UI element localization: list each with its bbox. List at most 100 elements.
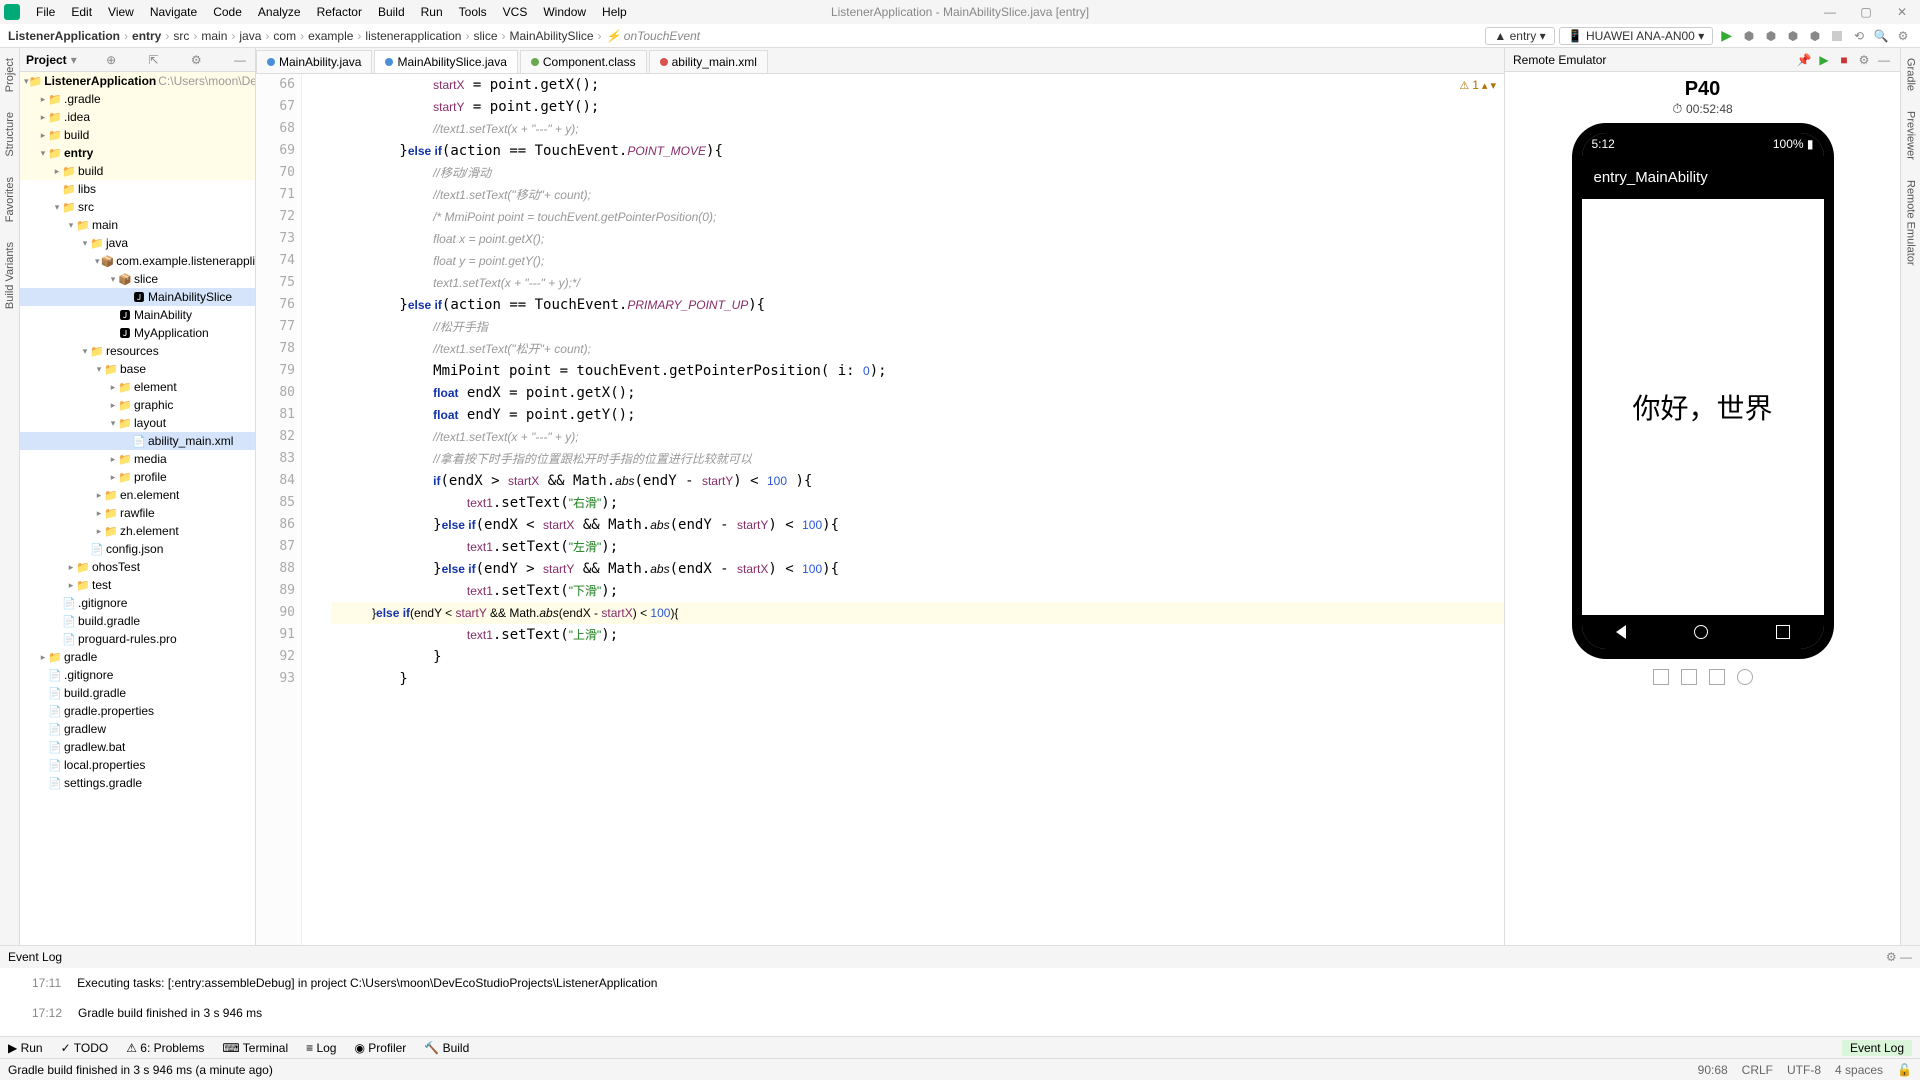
- bottom-todo[interactable]: ✓ TODO: [61, 1041, 109, 1055]
- bottom-terminal[interactable]: ⌨ Terminal: [222, 1041, 288, 1055]
- tree-node[interactable]: ▸📁 gradle: [20, 648, 255, 666]
- tree-node[interactable]: 📄 config.json: [20, 540, 255, 558]
- tree-node[interactable]: 📄 local.properties: [20, 756, 255, 774]
- readonly-icon[interactable]: 🔓: [1897, 1063, 1912, 1077]
- run-button[interactable]: ▶: [1717, 27, 1736, 44]
- breadcrumb-part[interactable]: slice: [473, 29, 497, 43]
- line-separator[interactable]: CRLF: [1742, 1063, 1773, 1077]
- bottom-build[interactable]: 🔨 Build: [424, 1041, 469, 1055]
- emulator-record-icon[interactable]: [1737, 669, 1753, 685]
- breadcrumb-part[interactable]: listenerapplication: [365, 29, 461, 43]
- window-minimize[interactable]: —: [1812, 0, 1848, 24]
- warnings-indicator[interactable]: ⚠ 1 ▴ ▾: [1459, 78, 1496, 92]
- emulator-hide-icon[interactable]: —: [1876, 53, 1892, 67]
- menu-vcs[interactable]: VCS: [495, 3, 536, 21]
- settings-icon[interactable]: ⚙: [1894, 27, 1912, 45]
- tree-node[interactable]: ▸📁 graphic: [20, 396, 255, 414]
- tree-node[interactable]: ▸📁 media: [20, 450, 255, 468]
- coverage-button[interactable]: ⬢: [1762, 27, 1780, 45]
- toolstrip-structure[interactable]: Structure: [4, 112, 16, 157]
- tree-node[interactable]: 📄 gradlew.bat: [20, 738, 255, 756]
- tree-node[interactable]: ▾📁 resources: [20, 342, 255, 360]
- breadcrumb-part[interactable]: src: [173, 29, 189, 43]
- tree-node[interactable]: ▾📁 entry: [20, 144, 255, 162]
- emulator-run-icon[interactable]: ▶: [1816, 53, 1832, 67]
- tree-node[interactable]: 📄 settings.gradle: [20, 774, 255, 792]
- menu-refactor[interactable]: Refactor: [309, 3, 370, 21]
- phone-screen[interactable]: 5:12 100% ▮ entry_MainAbility 你好，世界: [1582, 133, 1824, 649]
- emulator-rotate-icon[interactable]: [1681, 669, 1697, 685]
- debug-button[interactable]: ⬢: [1740, 27, 1758, 45]
- tree-node[interactable]: 🅹 MyApplication: [20, 324, 255, 342]
- toolstrip-gradle[interactable]: Gradle: [1905, 58, 1917, 91]
- phone-recent-icon[interactable]: [1776, 625, 1790, 639]
- tree-node[interactable]: 📄 build.gradle: [20, 612, 255, 630]
- device-selector[interactable]: 📱 HUAWEI ANA-AN00 ▾: [1559, 27, 1714, 45]
- editor-tab[interactable]: MainAbilitySlice.java: [374, 50, 517, 73]
- menu-run[interactable]: Run: [413, 3, 451, 21]
- menu-navigate[interactable]: Navigate: [142, 3, 205, 21]
- emulator-settings-icon[interactable]: ⚙: [1856, 53, 1872, 67]
- editor-tab[interactable]: ability_main.xml: [649, 50, 768, 73]
- tree-node[interactable]: 🅹 MainAbilitySlice: [20, 288, 255, 306]
- stop-button[interactable]: [1828, 27, 1846, 45]
- caret-position[interactable]: 90:68: [1698, 1063, 1728, 1077]
- tree-node[interactable]: ▸📁 test: [20, 576, 255, 594]
- menu-code[interactable]: Code: [205, 3, 250, 21]
- code-area[interactable]: startX = point.getX(); startY = point.ge…: [302, 74, 1504, 945]
- tree-node[interactable]: 📄 gradlew: [20, 720, 255, 738]
- project-hide-icon[interactable]: —: [231, 53, 249, 67]
- indent-setting[interactable]: 4 spaces: [1835, 1063, 1883, 1077]
- editor-tab[interactable]: Component.class: [520, 50, 647, 73]
- bottom-problems[interactable]: ⚠ 6: Problems: [126, 1041, 204, 1055]
- tree-node[interactable]: 📄 .gitignore: [20, 666, 255, 684]
- tree-node[interactable]: 📄 .gitignore: [20, 594, 255, 612]
- toolstrip-previewer[interactable]: Previewer: [1905, 111, 1917, 160]
- tree-node[interactable]: ▸📁 .gradle: [20, 90, 255, 108]
- emulator-stop-icon[interactable]: ■: [1836, 53, 1852, 67]
- breadcrumb-part[interactable]: ListenerApplication: [8, 29, 120, 43]
- tree-node[interactable]: ▸📁 .idea: [20, 108, 255, 126]
- tree-node[interactable]: ▸📁 element: [20, 378, 255, 396]
- tree-node[interactable]: ▾📁 main: [20, 216, 255, 234]
- toolstrip-build-variants[interactable]: Build Variants: [4, 242, 16, 309]
- attach-button[interactable]: ⬢: [1806, 27, 1824, 45]
- event-log-settings-icon[interactable]: ⚙: [1886, 950, 1897, 964]
- bottom-profiler[interactable]: ◉ Profiler: [354, 1041, 406, 1055]
- emulator-back-icon[interactable]: [1709, 669, 1725, 685]
- breadcrumb-part[interactable]: ⚡ onTouchEvent: [606, 29, 701, 43]
- tree-node[interactable]: 📄 ability_main.xml: [20, 432, 255, 450]
- run-config-module[interactable]: ▲ entry ▾: [1485, 27, 1554, 45]
- tree-node[interactable]: ▸📁 build: [20, 162, 255, 180]
- menu-view[interactable]: View: [100, 3, 142, 21]
- tree-node[interactable]: ▾📁 ListenerApplication C:\Users\moon\Dev…: [20, 72, 255, 90]
- breadcrumb-part[interactable]: com: [273, 29, 296, 43]
- bottom-log[interactable]: ≡ Log: [306, 1041, 336, 1055]
- breadcrumb-part[interactable]: entry: [132, 29, 161, 43]
- vcs-button[interactable]: ⟲: [1850, 27, 1868, 45]
- bottom-event-log-button[interactable]: Event Log: [1842, 1040, 1912, 1056]
- menu-build[interactable]: Build: [370, 3, 413, 21]
- tree-node[interactable]: ▾📦 com.example.listenerappli: [20, 252, 255, 270]
- tree-node[interactable]: ▾📁 base: [20, 360, 255, 378]
- menu-analyze[interactable]: Analyze: [250, 3, 309, 21]
- menu-edit[interactable]: Edit: [63, 3, 100, 21]
- phone-back-icon[interactable]: [1616, 625, 1626, 639]
- toolstrip-project[interactable]: Project: [4, 58, 16, 92]
- window-close[interactable]: ✕: [1884, 0, 1920, 24]
- tree-node[interactable]: ▸📁 zh.element: [20, 522, 255, 540]
- tree-node[interactable]: ▸📁 rawfile: [20, 504, 255, 522]
- project-target-icon[interactable]: ⊕: [103, 53, 119, 67]
- menu-window[interactable]: Window: [535, 3, 594, 21]
- breadcrumb-part[interactable]: java: [239, 29, 261, 43]
- event-log-hide-icon[interactable]: —: [1900, 950, 1912, 964]
- breadcrumb-part[interactable]: example: [308, 29, 353, 43]
- profiler-button[interactable]: ⬢: [1784, 27, 1802, 45]
- tree-node[interactable]: 📁 libs: [20, 180, 255, 198]
- tree-node[interactable]: 🅹 MainAbility: [20, 306, 255, 324]
- toolstrip-remote-emulator[interactable]: Remote Emulator: [1905, 180, 1917, 266]
- toolstrip-favorites[interactable]: Favorites: [4, 177, 16, 222]
- tree-node[interactable]: ▸📁 en.element: [20, 486, 255, 504]
- tree-node[interactable]: ▾📁 java: [20, 234, 255, 252]
- menu-tools[interactable]: Tools: [451, 3, 495, 21]
